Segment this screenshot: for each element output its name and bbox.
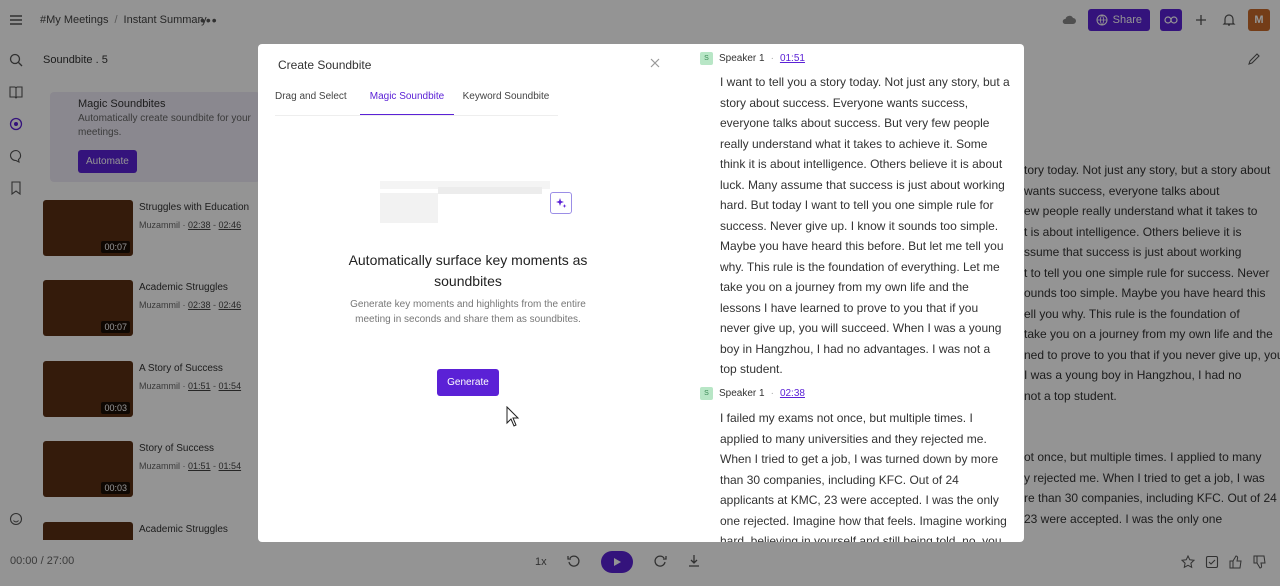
transcript-paragraph: I want to tell you a story today. Not ju…: [720, 75, 1010, 376]
mouse-cursor-icon: [506, 405, 520, 428]
illustration-bar: [438, 187, 542, 194]
modal-title: Create Soundbite: [278, 58, 372, 72]
modal-transcript-pane: S Speaker 1 · 01:51 I want to tell you a…: [683, 44, 1024, 542]
speaker-avatar: S: [700, 387, 713, 400]
speaker-header: S Speaker 1 · 02:38: [700, 387, 805, 400]
tab-keyword-soundbite[interactable]: Keyword Soundbite: [454, 88, 558, 115]
create-soundbite-modal: Create Soundbite Drag and Select Magic S…: [258, 44, 1024, 542]
magic-description: Generate key moments and highlights from…: [350, 299, 586, 325]
illustration-card: [380, 193, 438, 223]
soundbite-tabs: Drag and Select Magic Soundbite Keyword …: [275, 88, 558, 116]
generate-button[interactable]: Generate: [437, 369, 499, 396]
close-icon[interactable]: [649, 57, 661, 69]
speaker-avatar: S: [700, 52, 713, 65]
speaker-header: S Speaker 1 · 01:51: [700, 52, 805, 65]
magic-illustration: [380, 179, 576, 223]
tab-magic-soundbite[interactable]: Magic Soundbite: [360, 88, 454, 115]
speaker-timestamp[interactable]: 01:51: [780, 53, 805, 64]
transcript-paragraph: I failed my exams not once, but multiple…: [720, 411, 1007, 542]
sparkle-icon: [550, 192, 572, 214]
separator-dot: ·: [770, 388, 774, 399]
magic-heading: Automatically surface key moments as sou…: [348, 252, 588, 289]
separator-dot: ·: [770, 53, 774, 64]
speaker-name: Speaker 1: [719, 388, 765, 399]
modal-left-pane: Create Soundbite Drag and Select Magic S…: [258, 44, 683, 542]
tab-drag-and-select[interactable]: Drag and Select: [275, 88, 360, 115]
speaker-name: Speaker 1: [719, 53, 765, 64]
speaker-timestamp[interactable]: 02:38: [780, 388, 805, 399]
